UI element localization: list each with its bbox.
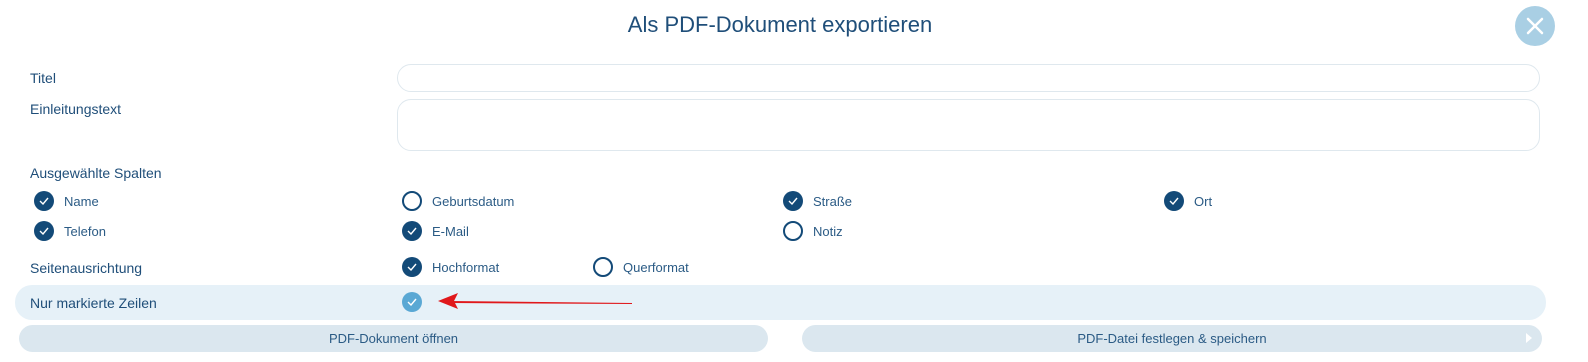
check-icon [402,292,422,312]
check-icon [34,221,54,241]
unchecked-circle-icon [593,257,613,277]
save-pdf-button[interactable]: PDF-Datei festlegen & speichern [802,325,1542,352]
marked-rows-checkbox[interactable] [402,292,432,312]
close-icon [1526,17,1544,35]
einleitung-label: Einleitungstext [30,101,122,117]
marked-rows-label: Nur markierte Zeilen [30,295,157,311]
orientation-label: Seitenausrichtung [30,260,143,276]
check-icon [783,191,803,211]
column-option-email[interactable]: E-Mail [402,221,469,241]
save-pdf-button-label: PDF-Datei festlegen & speichern [1077,331,1267,346]
dialog-title: Als PDF-Dokument exportieren [627,12,933,37]
open-pdf-button[interactable]: PDF-Dokument öffnen [19,325,768,352]
close-button[interactable] [1515,6,1555,46]
column-option-telefon[interactable]: Telefon [34,221,106,241]
column-option-label: Ort [1194,193,1213,209]
marked-rows-highlight [15,285,1546,320]
arrow-annotation-icon [438,293,632,309]
unchecked-circle-icon [402,191,422,211]
column-option-label: Straße [813,193,853,209]
chevron-right-icon [1526,333,1532,343]
check-icon [34,191,54,211]
check-icon [402,257,422,277]
orientation-option-label: Hochformat [432,259,500,275]
orientation-option-label: Querformat [623,259,689,275]
column-option-label: Geburtsdatum [432,193,515,209]
check-icon [1164,191,1184,211]
columns-label: Ausgewählte Spalten [30,165,162,181]
column-option-ort[interactable]: Ort [1164,191,1212,211]
einleitung-textarea[interactable] [397,99,1540,151]
column-option-notiz[interactable]: Notiz [783,221,843,241]
column-option-label: Notiz [813,223,843,239]
column-option-strasse[interactable]: Straße [783,191,852,211]
column-option-label: Name [64,193,99,209]
orientation-option-querformat[interactable]: Querformat [593,257,689,277]
column-option-name[interactable]: Name [34,191,99,211]
column-option-geburtsdatum[interactable]: Geburtsdatum [402,191,514,211]
open-pdf-button-label: PDF-Dokument öffnen [328,331,459,346]
titel-label: Titel [30,70,56,86]
check-icon [402,221,422,241]
titel-input[interactable] [397,64,1540,92]
orientation-option-hochformat[interactable]: Hochformat [402,257,499,277]
column-option-label: Telefon [64,223,106,239]
unchecked-circle-icon [783,221,803,241]
column-option-label: E-Mail [432,223,469,239]
